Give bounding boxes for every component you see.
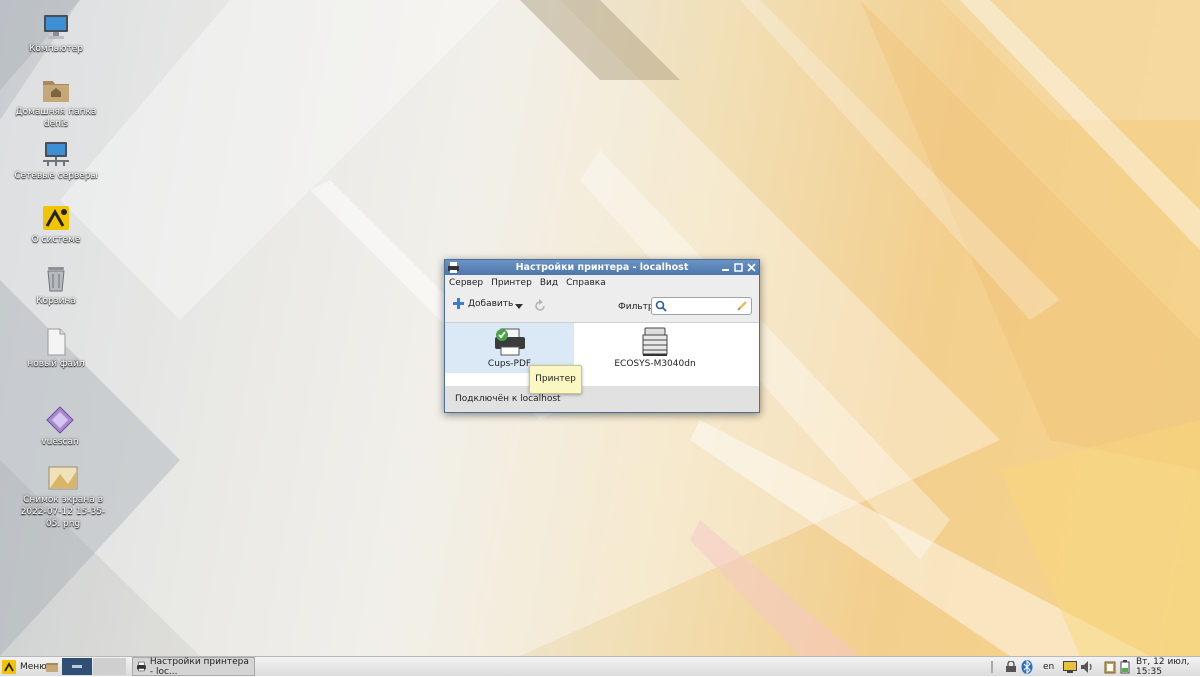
printer-list: Cups-PDF ECOSYS-M3040dn bbox=[445, 322, 759, 387]
statusbar: Подключён к localhost bbox=[445, 386, 759, 412]
menu-server[interactable]: Сервер bbox=[449, 278, 483, 288]
battery-icon[interactable] bbox=[1119, 657, 1131, 676]
volume-icon[interactable] bbox=[1080, 657, 1094, 676]
printer-item-ecosys[interactable]: ECOSYS-M3040dn bbox=[595, 323, 715, 373]
network-servers-icon bbox=[41, 140, 71, 168]
printer-app-icon bbox=[137, 661, 146, 672]
desktop-icon-new-file[interactable]: новый файл bbox=[11, 328, 101, 370]
image-file-icon bbox=[48, 464, 78, 492]
desktop-icon-network-servers[interactable]: Сетевые серверы bbox=[11, 140, 101, 182]
close-icon[interactable] bbox=[746, 262, 757, 273]
home-folder-icon bbox=[41, 76, 71, 104]
plus-icon bbox=[453, 298, 464, 309]
printer-name: ECOSYS-M3040dn bbox=[614, 359, 696, 369]
computer-icon bbox=[41, 13, 71, 41]
desktop-icon-computer[interactable]: Компьютер bbox=[11, 13, 101, 55]
menu-help[interactable]: Справка bbox=[566, 278, 606, 288]
taskbar: Меню Настройки принтера - loc... en Вт, … bbox=[0, 656, 1200, 677]
file-icon bbox=[41, 328, 71, 356]
network-icon[interactable] bbox=[1062, 657, 1078, 676]
printer-tooltip: Принтер bbox=[529, 365, 582, 394]
window-titlebar[interactable]: Настройки принтера - localhost bbox=[445, 260, 759, 275]
main-menu-button[interactable]: Меню bbox=[2, 657, 47, 676]
keyboard-layout-indicator[interactable]: en bbox=[1043, 657, 1054, 676]
desktop-icon-label: Снимок экрана в 2022-07-12 15-35-05. png bbox=[20, 495, 106, 529]
add-printer-label: Добавить bbox=[468, 298, 514, 309]
window-title: Настройки принтера - localhost bbox=[515, 262, 689, 273]
laser-printer-icon bbox=[638, 327, 672, 357]
basealt-logo-icon bbox=[41, 204, 71, 232]
folder-launcher-icon bbox=[46, 662, 58, 672]
desktop-icon-vuescan[interactable]: vuescan bbox=[15, 406, 105, 448]
clipboard-icon[interactable] bbox=[1104, 657, 1116, 676]
taskbar-window-label: Настройки принтера - loc... bbox=[149, 656, 249, 677]
menu-printer[interactable]: Принтер bbox=[491, 278, 532, 288]
desktop-icon-label: Компьютер bbox=[29, 44, 83, 54]
bluetooth-icon[interactable] bbox=[1021, 657, 1033, 676]
refresh-icon[interactable] bbox=[533, 299, 547, 313]
basealt-logo-icon bbox=[2, 659, 16, 674]
desktop-icon-label: Корзина bbox=[36, 296, 76, 306]
lock-icon[interactable] bbox=[1005, 657, 1017, 676]
desktop-icon-screenshot[interactable]: Снимок экрана в 2022-07-12 15-35-05. png bbox=[17, 464, 109, 530]
maximize-icon[interactable] bbox=[733, 262, 744, 273]
workspace-window-icon bbox=[72, 664, 82, 668]
filter-field[interactable] bbox=[651, 297, 752, 315]
clock[interactable]: Вт, 12 июл, 15:35 bbox=[1136, 656, 1200, 677]
add-dropdown-arrow-icon[interactable] bbox=[515, 304, 523, 309]
filter-input[interactable] bbox=[670, 299, 732, 311]
file-manager-launcher[interactable] bbox=[45, 657, 59, 676]
printer-settings-window[interactable]: Настройки принтера - localhost Сервер Пр… bbox=[444, 259, 760, 413]
desktop-icon-label: Домашняя папка denis bbox=[15, 107, 97, 129]
pdf-printer-icon bbox=[493, 327, 527, 357]
search-icon[interactable] bbox=[655, 300, 667, 312]
vuescan-icon bbox=[45, 406, 75, 434]
desktop-icon-label: новый файл bbox=[27, 359, 85, 369]
toolbar: Добавить Фильтр: bbox=[445, 290, 759, 322]
separator-handle bbox=[990, 657, 994, 676]
desktop-icon-about-system[interactable]: О системе bbox=[11, 204, 101, 246]
menubar: Сервер Принтер Вид Справка bbox=[445, 275, 759, 290]
desktop-icon-trash[interactable]: Корзина bbox=[11, 265, 101, 307]
desktop-icon-label: Сетевые серверы bbox=[14, 171, 98, 181]
workspace-switcher-2[interactable] bbox=[93, 658, 126, 675]
keyboard-layout-label: en bbox=[1043, 661, 1055, 672]
connection-status: Подключён к localhost bbox=[455, 394, 561, 404]
trash-icon bbox=[41, 265, 71, 293]
add-printer-button[interactable]: Добавить bbox=[453, 298, 513, 309]
desktop-icon-home-folder[interactable]: Домашняя папка denis bbox=[11, 76, 101, 130]
printer-app-icon bbox=[448, 262, 459, 273]
desktop-icon-label: О системе bbox=[31, 235, 81, 245]
main-menu-label: Меню bbox=[20, 661, 47, 672]
menu-view[interactable]: Вид bbox=[540, 278, 558, 288]
desktop-icon-label: vuescan bbox=[41, 437, 79, 447]
clear-filter-icon[interactable] bbox=[737, 300, 748, 311]
minimize-icon[interactable] bbox=[720, 262, 731, 273]
clock-label: Вт, 12 июл, 15:35 bbox=[1136, 656, 1190, 677]
taskbar-window-button[interactable]: Настройки принтера - loc... bbox=[132, 656, 255, 677]
workspace-switcher-1[interactable] bbox=[62, 658, 92, 675]
